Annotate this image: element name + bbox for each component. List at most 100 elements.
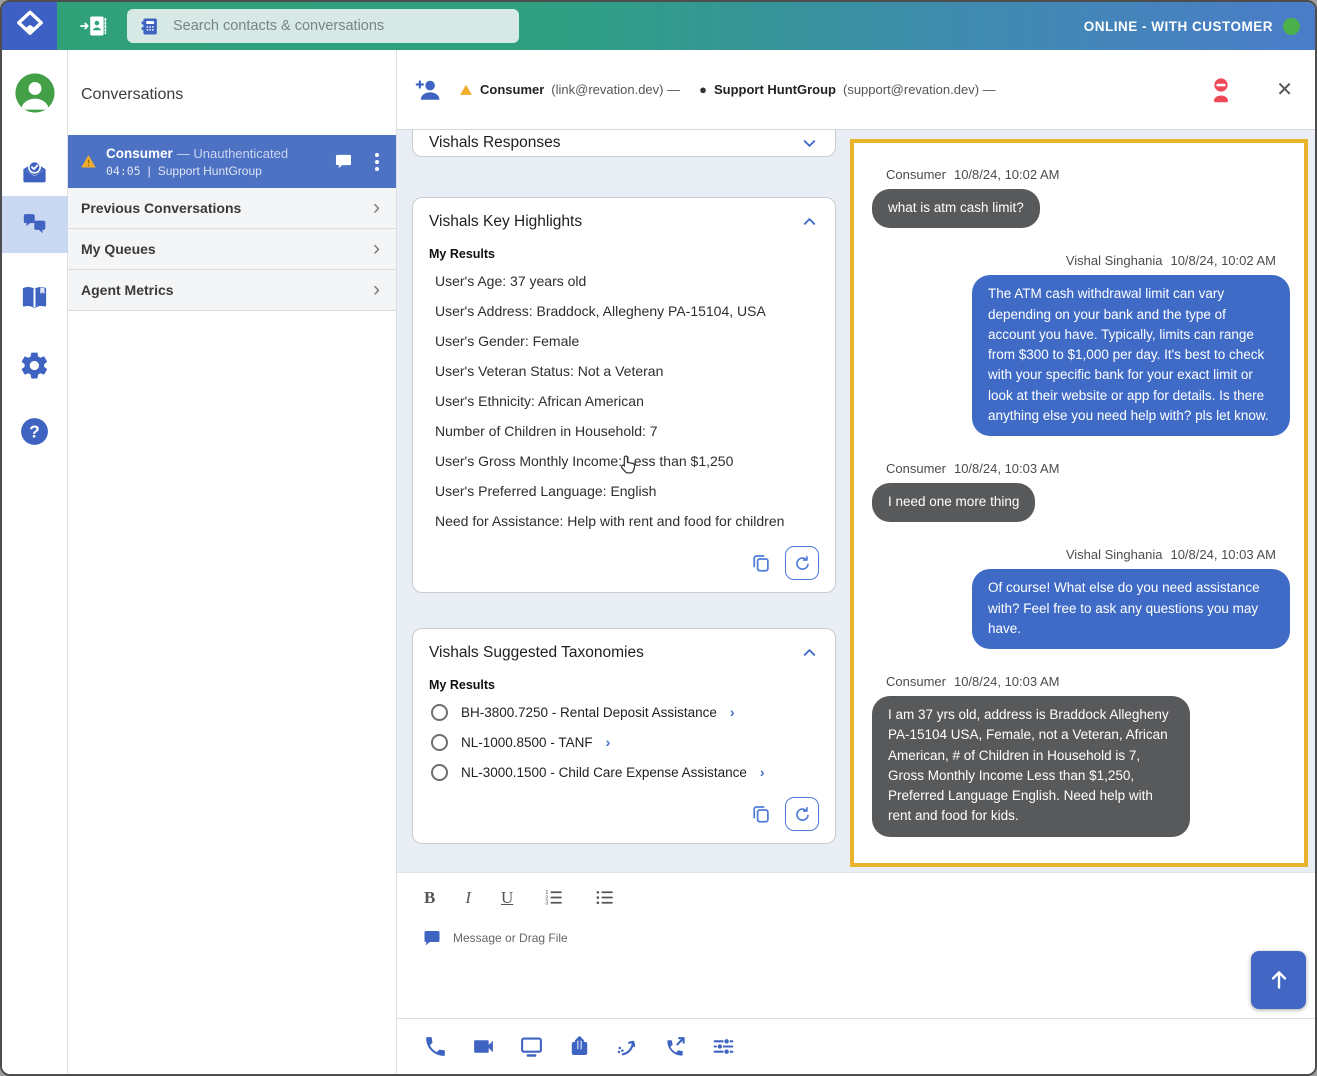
taxonomy-option[interactable]: NL-3000.1500 - Child Care Expense Assist… <box>429 757 819 787</box>
highlight-item: User's Gender: Female <box>429 326 819 356</box>
participants-list: Consumer (link@revation.dev) — ● Support… <box>459 82 996 97</box>
highlight-item: User's Gross Monthly Income: Less than $… <box>429 446 819 476</box>
chevron-up-icon[interactable] <box>800 212 819 231</box>
message-bubble: The ATM cash withdrawal limit can vary d… <box>972 275 1290 436</box>
refresh-icon[interactable] <box>785 546 819 580</box>
copy-icon[interactable] <box>750 803 772 825</box>
message-bubble-icon <box>422 928 442 948</box>
search-input[interactable] <box>171 17 507 35</box>
bold-button[interactable]: B <box>424 889 435 906</box>
svg-text:?: ? <box>29 421 40 441</box>
taxonomy-chevron-icon[interactable]: › <box>606 734 611 750</box>
message-timestamp: 10/8/24, 10:02 AM <box>1170 253 1276 268</box>
message-timestamp: 10/8/24, 10:02 AM <box>954 167 1060 182</box>
video-call-icon[interactable] <box>470 1034 496 1059</box>
taxonomy-chevron-icon[interactable]: › <box>760 764 765 780</box>
chat-message: Vishal Singhania10/8/24, 10:03 AM Of cou… <box>872 547 1290 649</box>
taxonomy-chevron-icon[interactable]: › <box>730 704 735 720</box>
presence-status[interactable]: ONLINE - WITH CUSTOMER <box>1084 18 1300 35</box>
settings-gear-icon[interactable] <box>19 350 50 381</box>
send-button[interactable] <box>1251 951 1306 1009</box>
profile-avatar[interactable] <box>14 72 56 114</box>
conversation-header: Consumer (link@revation.dev) — ● Support… <box>397 50 1315 130</box>
sidebar-item-agent-metrics[interactable]: Agent Metrics › <box>68 270 396 311</box>
highlight-item: Need for Assistance: Help with rent and … <box>429 506 819 536</box>
refresh-icon[interactable] <box>785 797 819 831</box>
participant-detail: (link@revation.dev) — <box>551 82 680 97</box>
chat-message: Consumer10/8/24, 10:03 AM I need one mor… <box>872 461 1290 522</box>
message-timestamp: 10/8/24, 10:03 AM <box>954 461 1060 476</box>
conversation-meta-line: 04:05 | Support HuntGroup <box>106 164 325 178</box>
message-sender: Vishal Singhania <box>1066 547 1163 562</box>
taxonomy-label: BH-3800.7250 - Rental Deposit Assistance <box>461 705 717 720</box>
card-title: Vishals Suggested Taxonomies <box>429 644 644 662</box>
knowledge-book-icon[interactable] <box>19 282 50 313</box>
taxonomy-option[interactable]: NL-1000.8500 - TANF › <box>429 727 819 757</box>
message-sender: Consumer <box>886 461 946 476</box>
participant-name: Consumer <box>480 82 544 97</box>
chevron-down-icon[interactable] <box>800 134 819 153</box>
chevron-up-icon[interactable] <box>800 643 819 662</box>
copy-icon[interactable] <box>750 552 772 574</box>
call-settings-icon[interactable] <box>710 1034 736 1059</box>
inbox-check-icon[interactable] <box>20 158 49 187</box>
card-title: Vishals Responses <box>429 134 561 152</box>
underline-button[interactable]: U <box>501 889 513 906</box>
chat-transcript[interactable]: Consumer 10/8/24, 10:02 AM what is atm ca… <box>850 139 1308 867</box>
message-bubble: I am 37 yrs old, address is Braddock All… <box>872 696 1190 837</box>
call-transfer-icon[interactable] <box>662 1034 688 1059</box>
chat-message: Consumer10/8/24, 10:02 AM what is atm ca… <box>872 167 1290 228</box>
taxonomy-label: NL-3000.1500 - Child Care Expense Assist… <box>461 765 747 780</box>
sidebar-item-previous-conversations[interactable]: Previous Conversations › <box>68 188 396 229</box>
card-title: Vishals Key Highlights <box>429 213 582 231</box>
add-participant-icon[interactable] <box>414 76 442 104</box>
message-sender: Vishal Singhania <box>1066 253 1163 268</box>
conversation-name: Consumer <box>106 146 173 161</box>
chat-message: Consumer10/8/24, 10:03 AM I am 37 yrs ol… <box>872 674 1290 837</box>
highlight-item: User's Ethnicity: African American <box>429 386 819 416</box>
participant-bullet-icon: ● <box>699 82 707 97</box>
file-share-icon[interactable] <box>566 1034 592 1059</box>
message-timestamp: 10/8/24, 10:03 AM <box>1170 547 1276 562</box>
conversation-content: Vishals Responses Vishals Key Highlights <box>397 130 1315 872</box>
block-user-icon[interactable] <box>1206 75 1236 105</box>
radio-button[interactable] <box>431 704 448 721</box>
participant-detail: (support@revation.dev) — <box>843 82 996 97</box>
sidebar-item-my-queues[interactable]: My Queues › <box>68 229 396 270</box>
assistant-column: Vishals Responses Vishals Key Highlights <box>412 130 836 872</box>
help-icon[interactable]: ? <box>19 416 50 447</box>
call-actions-toolbar <box>397 1018 1315 1074</box>
ordered-list-icon[interactable]: 123 <box>543 887 564 908</box>
contact-directory-icon[interactable] <box>79 13 109 39</box>
app-window: ONLINE - WITH CUSTOMER <box>0 0 1317 1076</box>
radio-button[interactable] <box>431 764 448 781</box>
highlight-item: Number of Children in Household: 7 <box>429 416 819 446</box>
sidebar-item-conversations[interactable] <box>2 196 68 253</box>
chat-message: Vishal Singhania 10/8/24, 10:02 AM The AT… <box>872 253 1290 436</box>
formatting-toolbar: B I U 123 <box>397 873 1315 908</box>
close-conversation-icon[interactable]: ✕ <box>1276 77 1293 102</box>
taxonomy-option[interactable]: BH-3800.7250 - Rental Deposit Assistance… <box>429 697 819 727</box>
italic-button[interactable]: I <box>465 889 471 906</box>
send-arrow-icon <box>1266 967 1292 993</box>
conversation-name-line: Consumer— Unauthenticated <box>106 146 325 161</box>
chat-bubble-icon[interactable] <box>334 152 353 171</box>
card-vishals-key-highlights: Vishals Key Highlights My Results User's… <box>412 197 836 593</box>
conversations-title: Conversations <box>81 86 396 104</box>
card-vishals-responses: Vishals Responses <box>412 130 836 157</box>
message-timestamp: 10/8/24, 10:03 AM <box>954 674 1060 689</box>
bullet-list-icon[interactable] <box>594 887 615 908</box>
logo-diamond-icon <box>15 9 45 44</box>
conversation-menu-icon[interactable] <box>373 151 381 173</box>
message-input[interactable]: Message or Drag File <box>397 908 1315 948</box>
search-box[interactable] <box>127 9 519 43</box>
conversation-list-item-active[interactable]: Consumer— Unauthenticated 04:05 | Suppor… <box>68 135 396 188</box>
message-placeholder: Message or Drag File <box>453 931 568 945</box>
message-bubble: what is atm cash limit? <box>872 189 1040 228</box>
radio-button[interactable] <box>431 734 448 751</box>
ai-transfer-icon[interactable] <box>614 1034 640 1059</box>
conversation-queue: Support HuntGroup <box>158 164 262 178</box>
screen-share-icon[interactable] <box>518 1034 544 1059</box>
chat-bubbles-icon <box>21 211 48 238</box>
phone-call-icon[interactable] <box>422 1034 448 1059</box>
